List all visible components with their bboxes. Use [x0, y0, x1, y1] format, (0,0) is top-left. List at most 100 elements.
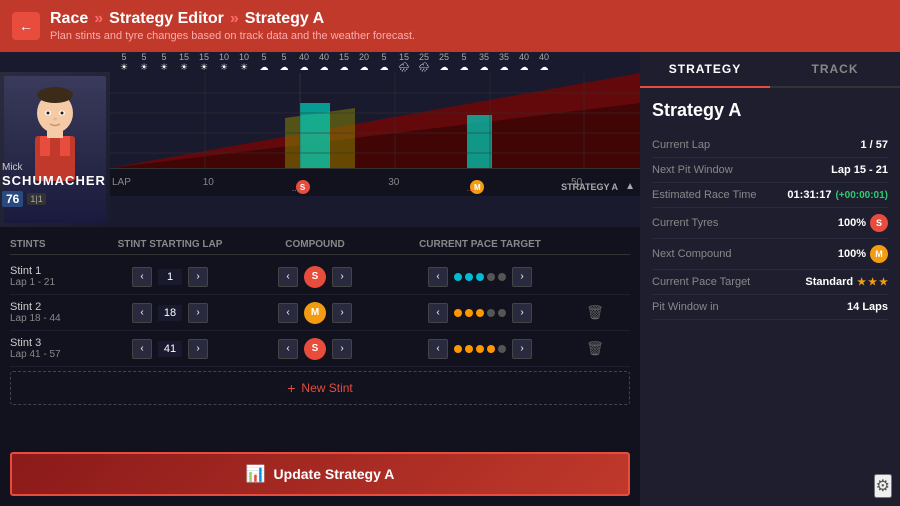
- team-logo: 1|1: [27, 193, 45, 205]
- stint-1-compound-prev[interactable]: ‹: [278, 267, 298, 287]
- update-strategy-button[interactable]: 📊 Update Strategy A: [10, 452, 630, 496]
- stint-3-pace-stepper: ‹ ›: [380, 339, 580, 359]
- settings-gear-button[interactable]: ⚙: [874, 474, 892, 498]
- breadcrumb-race[interactable]: Race: [50, 10, 88, 28]
- top-num: 5: [254, 52, 274, 62]
- next-compound-badge: M: [870, 245, 888, 263]
- stint-3-delete[interactable]: 🗑: [580, 340, 610, 357]
- top-num: 40: [314, 52, 334, 62]
- update-icon: 📊: [246, 464, 266, 484]
- weather-icon: 🌧: [394, 62, 414, 73]
- chart-visual: [110, 73, 640, 168]
- chart-content: 5 5 5 15 15 10 10 5 5 40 40 15 20 5 15 2…: [110, 52, 640, 227]
- stint-2-compound-next[interactable]: ›: [332, 303, 352, 323]
- strategy-label: STRATEGY A: [561, 182, 618, 192]
- stint-3-lap-val: 41: [158, 341, 182, 357]
- weather-icon: ☁: [334, 62, 354, 73]
- stint-1-pace-prev[interactable]: ‹: [428, 267, 448, 287]
- breadcrumb-sep-1: »: [94, 10, 103, 28]
- weather-icon: ☁: [314, 62, 334, 73]
- driver-last-name: SCHUMACHER: [2, 173, 106, 188]
- chevron-up-icon[interactable]: ▲: [625, 181, 635, 192]
- pace-dot: [487, 345, 495, 353]
- stint-3-compound-badge: S: [304, 338, 326, 360]
- top-num: 5: [134, 52, 154, 62]
- weather-icon: ☁: [474, 62, 494, 73]
- stint-2-name: Stint 2 Lap 18 - 44: [10, 301, 90, 324]
- stint-3-compound-prev[interactable]: ‹: [278, 339, 298, 359]
- driver-number: 76: [2, 191, 23, 207]
- race-time-value: 01:31:17 (+00:00:01): [787, 189, 888, 201]
- stint-3-lap-dec[interactable]: ‹: [132, 339, 152, 359]
- pace-dot: [476, 345, 484, 353]
- pace-dot: [487, 273, 495, 281]
- top-num: 35: [474, 52, 494, 62]
- right-content: Strategy A Current Lap 1 / 57 Next Pit W…: [640, 88, 900, 466]
- star-2: ★: [868, 277, 877, 288]
- stint-1-lap-inc[interactable]: ›: [188, 267, 208, 287]
- stint-1-lap-stepper: ‹ 1 ›: [90, 267, 250, 287]
- top-num: 40: [294, 52, 314, 62]
- pace-dot: [454, 345, 462, 353]
- top-num: 5: [154, 52, 174, 62]
- stint-3-pace-prev[interactable]: ‹: [428, 339, 448, 359]
- top-num: 25: [414, 52, 434, 62]
- pace-target-value: Standard ★ ★ ★: [805, 276, 888, 288]
- star-1: ★: [857, 277, 866, 288]
- update-btn-area: 📊 Update Strategy A: [0, 442, 640, 506]
- weather-icon: ☁: [514, 62, 534, 73]
- stint-2-compound-stepper: ‹ M ›: [250, 302, 380, 324]
- driver-first-name: Mick: [2, 162, 106, 173]
- current-tyres-label: Current Tyres: [652, 217, 718, 229]
- stint-1-lap-dec[interactable]: ‹: [132, 267, 152, 287]
- new-stint-button[interactable]: + New Stint: [10, 371, 630, 405]
- breadcrumb-strategy-editor[interactable]: Strategy Editor: [109, 10, 224, 28]
- stint-row-3: Stint 3 Lap 41 - 57 ‹ 41 › ‹ S › ‹: [10, 331, 630, 367]
- col-starting-lap: STINT STARTING LAP: [90, 239, 250, 250]
- stint-1-pace-stepper: ‹ ›: [380, 267, 580, 287]
- col-compound: COMPOUND: [250, 239, 380, 250]
- stint-2-lap-dec[interactable]: ‹: [132, 303, 152, 323]
- pit-window-label: Pit Window in: [652, 301, 719, 313]
- next-compound-value: 100% M: [838, 245, 888, 263]
- new-stint-plus-icon: +: [287, 380, 295, 396]
- stint-3-lap-inc[interactable]: ›: [188, 339, 208, 359]
- stint-1-name: Stint 1 Lap 1 - 21: [10, 265, 90, 288]
- stint-3-pace-next[interactable]: ›: [512, 339, 532, 359]
- stint-1-compound-next[interactable]: ›: [332, 267, 352, 287]
- stint-2-lap-inc[interactable]: ›: [188, 303, 208, 323]
- weather-icon: ☁: [494, 62, 514, 73]
- pit-window-value: 14 Laps: [847, 301, 888, 313]
- stint-2-pace-prev[interactable]: ‹: [428, 303, 448, 323]
- tab-track[interactable]: TRACK: [770, 52, 900, 86]
- right-panel: STRATEGY TRACK Strategy A Current Lap 1 …: [640, 52, 900, 506]
- stint-2-pace-next[interactable]: ›: [512, 303, 532, 323]
- top-num: 35: [494, 52, 514, 62]
- col-actions: [580, 239, 610, 250]
- weather-icon: ☁: [294, 62, 314, 73]
- stint-3-name: Stint 3 Lap 41 - 57: [10, 337, 90, 360]
- pace-dot: [465, 273, 473, 281]
- header-left: Race » Strategy Editor » Strategy A Plan…: [50, 10, 415, 42]
- stint-2-compound-prev[interactable]: ‹: [278, 303, 298, 323]
- tab-strategy[interactable]: STRATEGY: [640, 52, 770, 88]
- stint-1-pace-next[interactable]: ›: [512, 267, 532, 287]
- breadcrumb-sep-2: »: [230, 10, 239, 28]
- stint-2-delete[interactable]: 🗑: [580, 304, 610, 321]
- stint-1-compound-badge: S: [304, 266, 326, 288]
- stint-3-compound-stepper: ‹ S ›: [250, 338, 380, 360]
- pace-dot: [454, 309, 462, 317]
- stint-3-compound-next[interactable]: ›: [332, 339, 352, 359]
- header-subtitle: Plan stints and tyre changes based on tr…: [50, 30, 415, 42]
- weather-icon: ☀: [214, 62, 234, 73]
- star-3: ★: [879, 277, 888, 288]
- race-time-label: Estimated Race Time: [652, 189, 757, 201]
- pace-dot: [465, 345, 473, 353]
- pace-dot: [498, 273, 506, 281]
- lap-axis: LAP 10 S ... 30 M ..: [110, 168, 640, 196]
- next-pit-label: Next Pit Window: [652, 164, 733, 176]
- pace-dot: [487, 309, 495, 317]
- breadcrumb-strategy-a: Strategy A: [245, 10, 324, 28]
- back-button[interactable]: ←: [12, 12, 40, 40]
- info-row-current-tyres: Current Tyres 100% S: [652, 208, 888, 239]
